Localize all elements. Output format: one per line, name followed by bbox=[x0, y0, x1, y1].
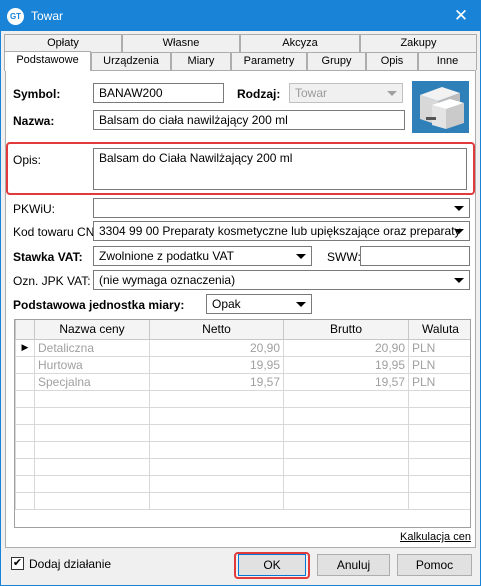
rodzaj-select[interactable]: Towar bbox=[289, 83, 403, 103]
empty-row bbox=[15, 491, 470, 510]
chevron-down-icon bbox=[454, 229, 464, 234]
price-brutto-cell[interactable]: 19,95 bbox=[283, 355, 409, 374]
unit-value: Opak bbox=[212, 297, 241, 311]
jpk-label: Ozn. JPK VAT: bbox=[13, 274, 91, 288]
price-name-cell[interactable]: Detaliczna bbox=[34, 338, 150, 357]
price-netto-cell[interactable]: 19,95 bbox=[149, 355, 284, 374]
price-name-cell[interactable]: Specjalna bbox=[34, 372, 150, 391]
empty-row bbox=[15, 457, 470, 476]
vat-label: Stawka VAT: bbox=[13, 250, 83, 264]
grid-corner bbox=[15, 320, 35, 340]
price-currency-cell[interactable]: PLN bbox=[408, 372, 470, 391]
cn-select[interactable]: 3304 99 00 Preparaty kosmetyczne lub upi… bbox=[93, 221, 470, 241]
highlight-frame-ok bbox=[234, 552, 310, 579]
vat-value: Zwolnione z podatku VAT bbox=[99, 249, 234, 263]
chevron-down-icon bbox=[454, 278, 464, 283]
empty-row bbox=[15, 474, 470, 493]
product-box-image bbox=[412, 81, 469, 133]
dialog-window: GT Towar ✕ Opłaty Własne Akcyza Zakupy P… bbox=[0, 0, 481, 586]
dodaj-dzialanie-label: Dodaj działanie bbox=[29, 557, 112, 571]
table-row[interactable]: Hurtowa 19,95 19,95 PLN bbox=[15, 355, 470, 374]
price-grid[interactable]: Nazwa ceny Netto Brutto Waluta ▶ Detalic… bbox=[14, 319, 471, 528]
row-header bbox=[15, 372, 35, 391]
current-row-icon: ▶ bbox=[15, 338, 35, 357]
symbol-label: Symbol: bbox=[13, 87, 61, 101]
price-brutto-cell[interactable]: 20,90 bbox=[283, 338, 409, 357]
highlight-frame-opis bbox=[6, 142, 475, 195]
empty-row bbox=[15, 440, 470, 459]
grid-header-row: Nazwa ceny Netto Brutto Waluta bbox=[15, 320, 470, 340]
chevron-down-icon bbox=[454, 206, 464, 211]
empty-row bbox=[15, 406, 470, 425]
rodzaj-value: Towar bbox=[295, 86, 328, 100]
price-name-cell[interactable]: Hurtowa bbox=[34, 355, 150, 374]
jpk-select[interactable]: (nie wymaga oznaczenia) bbox=[93, 270, 470, 290]
empty-row bbox=[15, 389, 470, 408]
chevron-down-icon bbox=[296, 302, 306, 307]
chevron-down-icon bbox=[387, 91, 397, 96]
pkwiu-label: PKWiU: bbox=[13, 202, 55, 216]
unit-select[interactable]: Opak bbox=[206, 294, 312, 314]
col-header-netto[interactable]: Netto bbox=[149, 320, 284, 340]
jpk-value: (nie wymaga oznaczenia) bbox=[99, 273, 236, 287]
cn-value: 3304 99 00 Preparaty kosmetyczne lub upi… bbox=[99, 224, 464, 238]
col-header-nazwa[interactable]: Nazwa ceny bbox=[34, 320, 150, 340]
dodaj-dzialanie-checkbox[interactable]: ✔ bbox=[11, 557, 24, 570]
row-header bbox=[15, 355, 35, 374]
symbol-field[interactable]: BANAW200 bbox=[93, 83, 224, 103]
empty-row bbox=[15, 423, 470, 442]
price-brutto-cell[interactable]: 19,57 bbox=[283, 372, 409, 391]
chevron-down-icon bbox=[296, 254, 306, 259]
price-netto-cell[interactable]: 19,57 bbox=[149, 372, 284, 391]
nazwa-label: Nazwa: bbox=[13, 114, 55, 128]
table-row[interactable]: ▶ Detaliczna 20,90 20,90 PLN bbox=[15, 338, 470, 357]
col-header-waluta[interactable]: Waluta bbox=[408, 320, 470, 340]
col-header-brutto[interactable]: Brutto bbox=[283, 320, 409, 340]
pkwiu-select[interactable] bbox=[93, 198, 470, 218]
price-netto-cell[interactable]: 20,90 bbox=[149, 338, 284, 357]
kalkulacja-cen-link[interactable]: Kalkulacja cen bbox=[400, 531, 471, 543]
price-currency-cell[interactable]: PLN bbox=[408, 338, 470, 357]
unit-label: Podstawowa jednostka miary: bbox=[13, 298, 185, 312]
sww-field[interactable] bbox=[360, 246, 470, 266]
vat-select[interactable]: Zwolnione z podatku VAT bbox=[93, 246, 312, 266]
help-button[interactable]: Pomoc bbox=[397, 554, 472, 576]
nazwa-field[interactable]: Balsam do ciała nawilżający 200 ml bbox=[93, 110, 405, 130]
table-row[interactable]: Specjalna 19,57 19,57 PLN bbox=[15, 372, 470, 391]
rodzaj-label: Rodzaj: bbox=[237, 87, 281, 101]
cn-label: Kod towaru CN: bbox=[13, 225, 98, 239]
sww-label: SWW: bbox=[327, 250, 361, 264]
price-currency-cell[interactable]: PLN bbox=[408, 355, 470, 374]
cancel-button[interactable]: Anuluj bbox=[317, 554, 390, 576]
